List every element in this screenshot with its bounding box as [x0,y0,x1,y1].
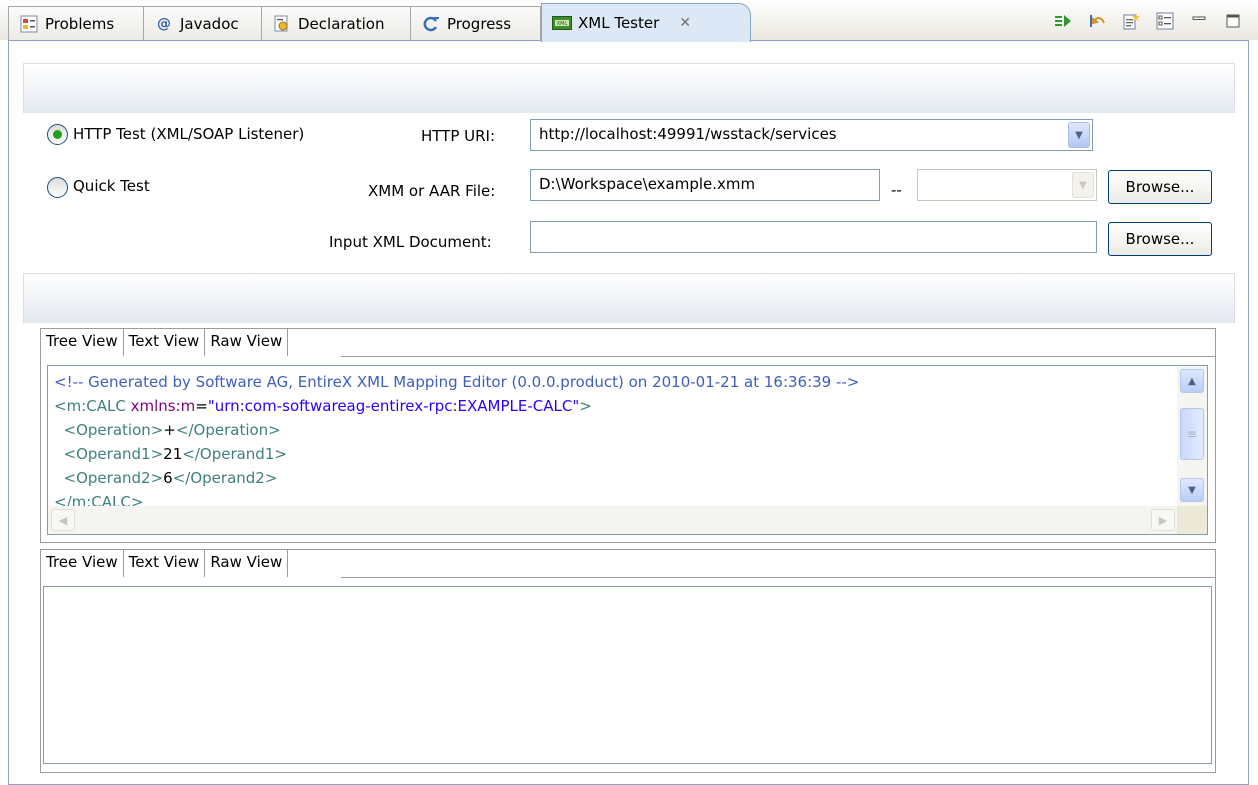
minimize-icon[interactable] [1188,10,1210,32]
browse-xmm-button[interactable]: Browse... [1108,170,1212,204]
chevron-down-icon: ▼ [1072,172,1094,198]
xml-tester-icon: XML [552,13,572,33]
tab-problems[interactable]: Problems [8,6,144,41]
request-view-tabs: Tree View Text View Raw View [41,329,289,356]
scroll-left-icon[interactable]: ◀ [51,509,75,531]
scroll-up-icon[interactable]: ▲ [1180,369,1204,393]
input-xml-label: Input XML Document: [329,233,492,251]
tab-raw-view[interactable]: Raw View [205,329,289,356]
tab-progress[interactable]: Progress [411,6,541,41]
maximize-icon[interactable] [1222,10,1244,32]
declaration-icon [272,14,292,34]
svg-text:XML: XML [557,21,568,27]
response-output-area[interactable] [43,586,1212,764]
xmm-file-input[interactable]: D:\Workspace\example.xmm [530,169,880,201]
tab-javadoc[interactable]: @ Javadoc [144,6,262,41]
progress-icon [421,14,441,34]
browse-label: Browse... [1125,230,1195,248]
request-section-header [23,273,1235,323]
quick-test-radio[interactable] [47,177,68,198]
tab-label: Progress [447,15,512,33]
tab-xml-tester[interactable]: XML XML Tester ✕ [541,3,751,42]
http-uri-combo[interactable]: http://localhost:49991/wsstack/services … [530,119,1093,151]
chevron-down-icon[interactable]: ▼ [1068,122,1090,148]
tab-declaration[interactable]: Declaration [262,6,411,41]
scroll-right-icon[interactable]: ▶ [1151,509,1175,531]
xmm-file-label: XMM or AAR File: [368,182,496,200]
scroll-thumb[interactable]: ≡ [1180,408,1204,460]
xml-tester-panel: HTTP Test (XML/SOAP Listener) HTTP URI: … [8,40,1249,785]
problems-icon [19,14,39,34]
response-view-tabs: Tree View Text View Raw View [41,550,289,577]
scroll-down-icon[interactable]: ▼ [1180,478,1204,502]
horizontal-scrollbar[interactable]: ◀ ▶ [48,506,1178,534]
view-toolbar [1052,10,1244,32]
http-test-radio[interactable] [47,124,68,145]
request-xml-editor[interactable]: <!-- Generated by Software AG, EntireX X… [47,365,1208,535]
tab-label: XML Tester [578,14,660,32]
tab-text-view[interactable]: Text View [123,329,206,356]
tab-label: Problems [45,15,115,33]
close-icon[interactable]: ✕ [679,15,691,31]
browse-input-button[interactable]: Browse... [1108,222,1212,256]
tab-text-view[interactable]: Text View [123,550,206,577]
view-tab-bar: Problems @ Javadoc Declaration Progress … [0,0,1258,42]
request-view: Tree View Text View Raw View <!-- Genera… [40,328,1216,543]
input-xml-input[interactable] [530,221,1097,253]
request-xml-text: <!-- Generated by Software AG, EntireX X… [54,373,860,511]
run-icon[interactable] [1052,10,1074,32]
tab-tree-view[interactable]: Tree View [41,550,124,577]
http-test-label[interactable]: HTTP Test (XML/SOAP Listener) [73,125,304,143]
vertical-scrollbar[interactable]: ▲ ≡ ▼ [1177,366,1207,506]
at-icon: @ [157,16,171,32]
tab-raw-view[interactable]: Raw View [205,550,289,577]
xmm-service-combo: ▼ [917,169,1097,201]
view-list-icon[interactable] [1154,10,1176,32]
settings-section-header [23,63,1235,113]
http-uri-value: http://localhost:49991/wsstack/services [539,125,837,143]
browse-label: Browse... [1125,178,1195,196]
http-uri-label: HTTP URI: [421,127,496,145]
tab-label: Javadoc [180,15,239,33]
reset-icon[interactable] [1086,10,1108,32]
tab-label: Declaration [298,15,385,33]
response-view: Tree View Text View Raw View [40,549,1216,773]
xmm-separator: -- [891,181,902,199]
new-file-icon[interactable] [1120,10,1142,32]
quick-test-label[interactable]: Quick Test [73,177,150,195]
tab-tree-view[interactable]: Tree View [41,329,124,356]
